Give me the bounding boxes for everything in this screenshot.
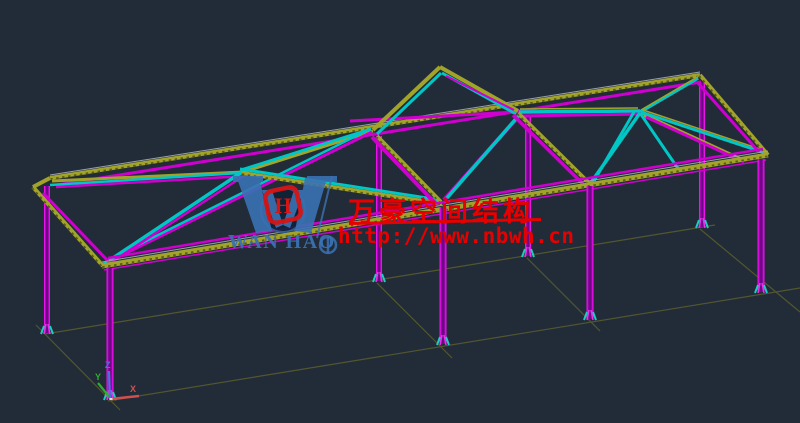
ucs-icon: X YZ <box>95 360 139 399</box>
svg-text:Y: Y <box>95 372 101 382</box>
model-canvas[interactable]: X YZ <box>0 0 800 423</box>
ground-grid-lines <box>36 225 800 410</box>
svg-text:X: X <box>130 384 136 394</box>
truss-members <box>32 67 768 270</box>
svg-text:Z: Z <box>105 360 111 370</box>
cad-viewport[interactable]: XYZ H WAN HAO 万豪空间结构 http://www.nbwh.cn <box>0 0 800 423</box>
